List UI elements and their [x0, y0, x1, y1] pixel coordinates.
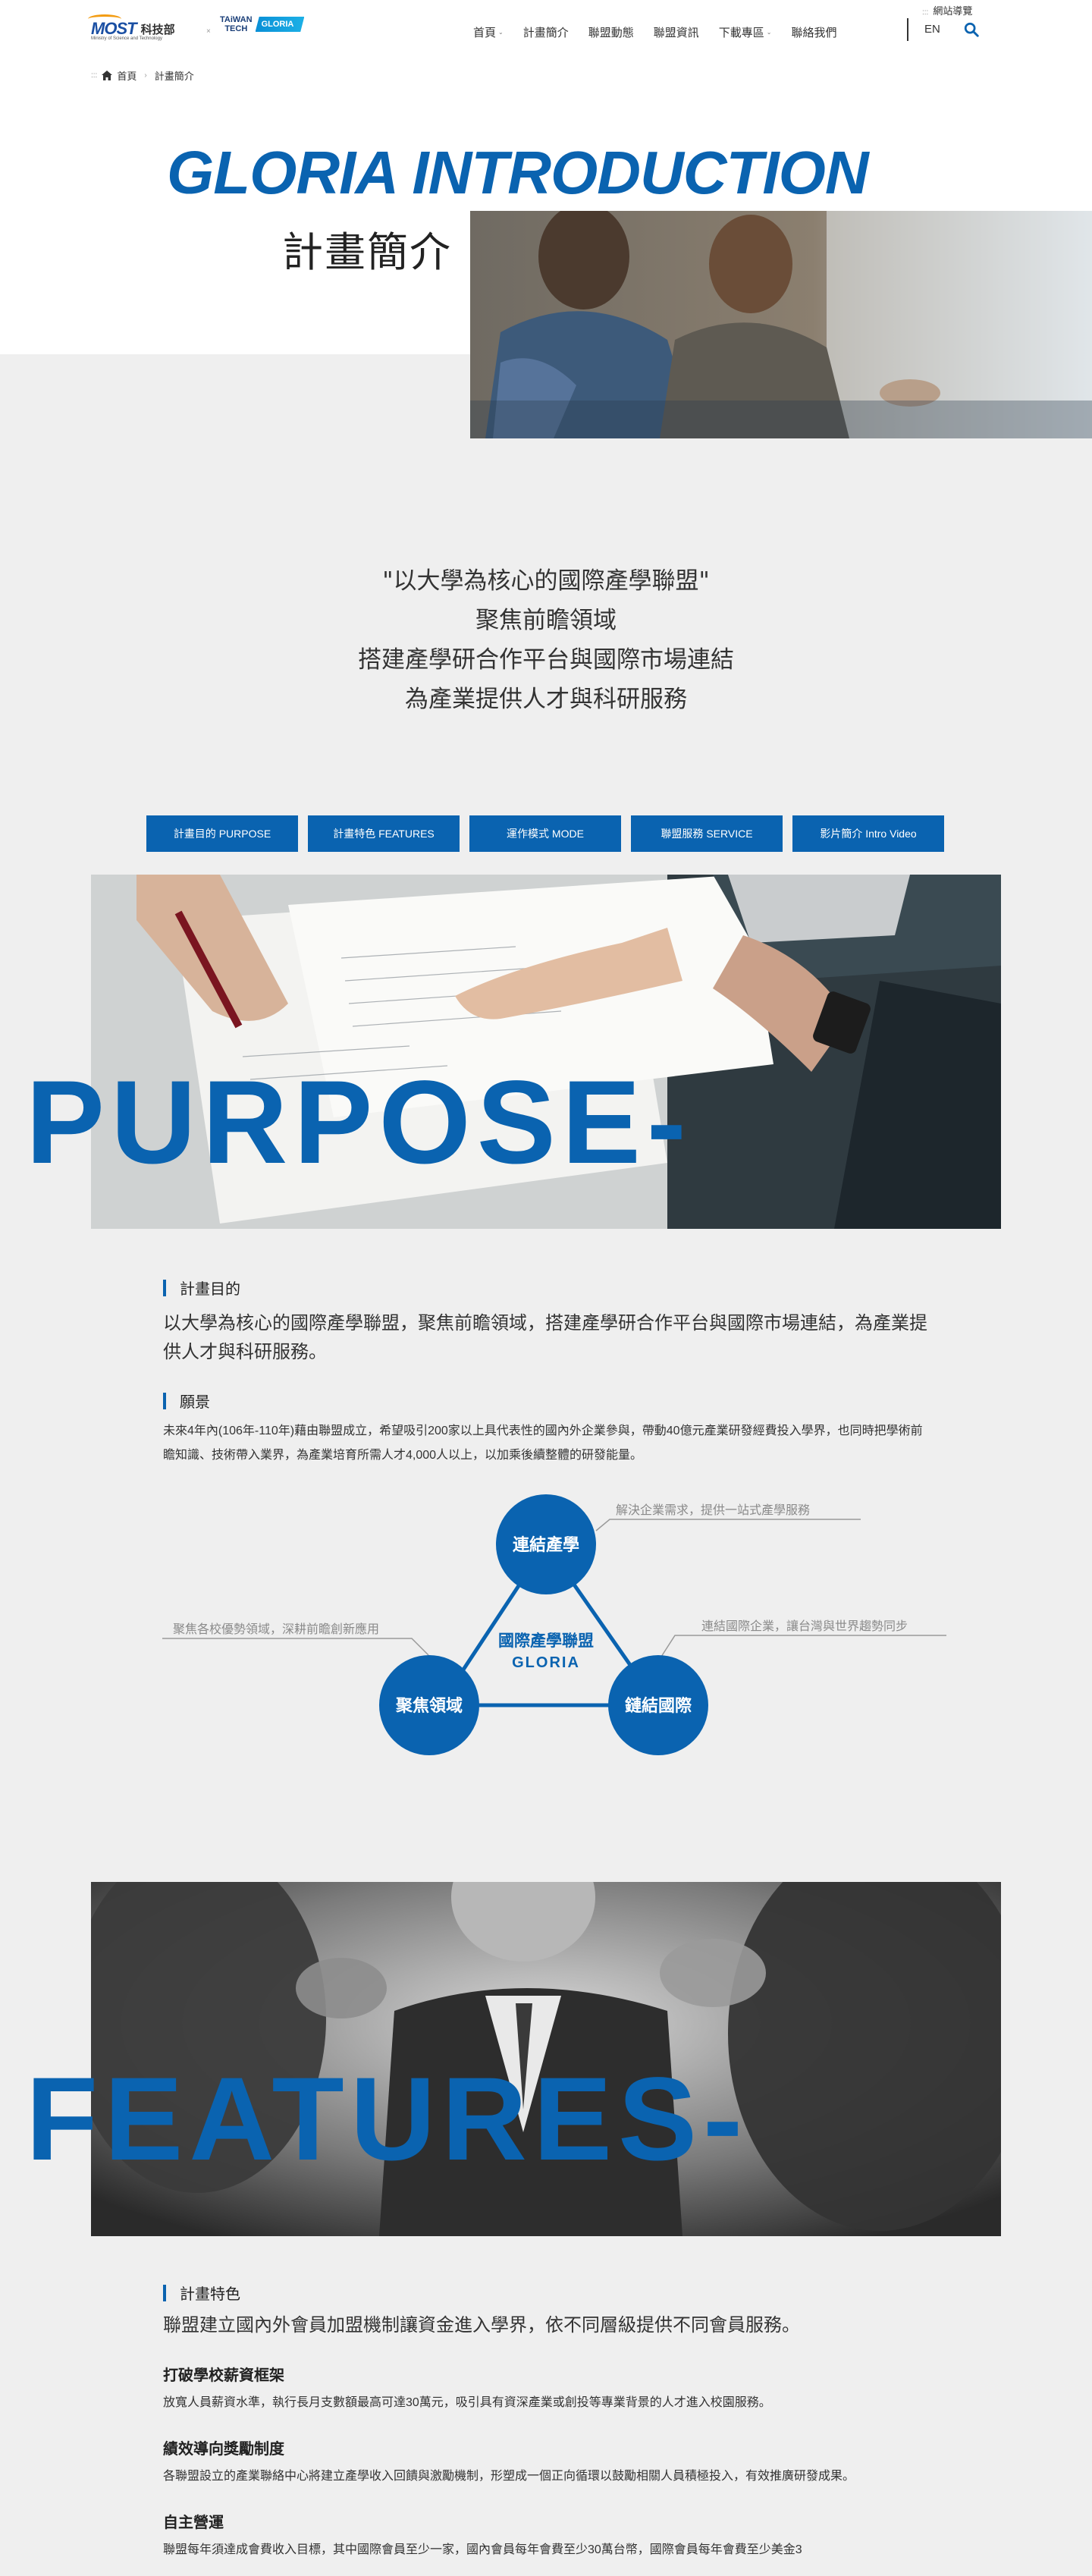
nav-item-0[interactable]: 首頁 ⌄ — [473, 24, 504, 40]
diagram-node-right-label: 鏈結國際 — [625, 1696, 692, 1716]
diagram-node-top-label: 連結產學 — [513, 1535, 579, 1555]
diagram-note-top: 解決企業需求，提供一站式產學服務 — [616, 1503, 810, 1517]
tab-service[interactable]: 聯盟服務 SERVICE — [631, 815, 783, 852]
section-tabs: 計畫目的 PURPOSE 計畫特色 FEATURES 運作模式 MODE 聯盟服… — [146, 815, 944, 852]
features-section: 計畫特色 聯盟建立國內外會員加盟機制讓資金進入學界，依不同層級提供不同會員服務。… — [163, 2282, 929, 2562]
tab-purpose[interactable]: 計畫目的 PURPOSE — [146, 815, 298, 852]
diagram-center-zh: 國際產學聯盟 — [498, 1632, 594, 1650]
hero-gray-strip — [0, 354, 470, 438]
nav-item-label: 下載專區 — [718, 27, 764, 39]
main-nav: 首頁 ⌄ 計畫簡介 聯盟動態 聯盟資訊 下載專區 ⌄ 聯絡我們 — [473, 24, 857, 40]
feature-text: 各聯盟設立的產業聯絡中心將建立產學收入回饋與激勵機制，形塑成一個正向循環以鼓勵相… — [163, 2470, 855, 2483]
page-title-zh: 計畫簡介 — [282, 228, 452, 276]
most-logo[interactable]: MOST 科技部 Ministry of Science and Technol… — [88, 14, 175, 41]
header-divider — [907, 18, 908, 41]
breadcrumb: ::: 首頁 › 計畫簡介 — [91, 68, 194, 83]
nav-item-label: 計畫簡介 — [522, 27, 569, 39]
feature-title: 自主營運 — [163, 2515, 224, 2531]
features-big-word: FEATURES- — [26, 2053, 749, 2185]
most-logo-sub: Ministry of Science and Technology — [91, 36, 162, 41]
hero-photo — [470, 211, 1092, 438]
feature-title: 績效導向獎勵制度 — [163, 2441, 284, 2458]
features-lead: 聯盟建立國內外會員加盟機制讓資金進入學界，依不同層級提供不同會員服務。 — [163, 2315, 800, 2336]
feature-text: 放寬人員薪資水準，執行長月支數額最高可達30萬元，吸引具有資深產業或創投等專業背… — [163, 2396, 771, 2409]
home-icon — [102, 71, 113, 80]
page-title-en: GLORIA INTRODUCTION — [167, 139, 869, 206]
gloria-tag: GLORIA — [255, 17, 305, 32]
nav-item-5[interactable]: 聯絡我們 — [791, 24, 836, 40]
tab-features[interactable]: 計畫特色 FEATURES — [308, 815, 460, 852]
purpose-lead: 以大學為核心的國際產學聯盟，聚焦前瞻領域，搭建產學研合作平台與國際市場連結，為產… — [163, 1313, 927, 1362]
nav-item-label: 聯絡我們 — [791, 27, 837, 39]
diagram-note-left: 聚焦各校優勢領域，深耕前瞻創新應用 — [173, 1622, 379, 1636]
feature-text: 聯盟每年須達成會費收入目標，其中國際會員至少一家，國內會員每年會費至少30萬台幣… — [163, 2543, 802, 2556]
breadcrumb-home[interactable]: 首頁 — [117, 68, 136, 83]
search-icon[interactable] — [963, 21, 980, 38]
sitemap-link[interactable]: ::: 網站導覽 — [922, 3, 972, 17]
nav-item-3[interactable]: 聯盟資訊 — [654, 24, 699, 40]
slogan-line: 為產業提供人才與科研服務 — [405, 686, 687, 713]
tt-line2: TECH — [224, 24, 248, 33]
chevron-right-icon: › — [144, 71, 147, 80]
tab-intro-video[interactable]: 影片簡介 Intro Video — [792, 815, 944, 852]
diagram-center-en: GLORIA — [512, 1654, 580, 1671]
purpose-heading: 計畫目的 — [163, 1277, 929, 1299]
slogan-line: "以大學為核心的國際產學聯盟" — [382, 567, 710, 595]
nav-item-label: 首頁 — [473, 27, 497, 39]
chevron-down-icon: ⌄ — [766, 29, 772, 36]
vision-heading: 願景 — [163, 1390, 929, 1412]
gloria-diagram: 連結產學 聚焦領域 鏈結國際 國際產學聯盟 GLORIA 解決企業需求，提供一站… — [162, 1494, 946, 1755]
most-logo-zh: 科技部 — [140, 23, 175, 36]
diagram-note-right: 連結國際企業，讓台灣與世界趨勢同步 — [701, 1619, 908, 1633]
purpose-big-word: PURPOSE- — [26, 1057, 692, 1189]
features-heading: 計畫特色 — [163, 2282, 929, 2304]
logo-separator: × — [206, 27, 211, 36]
language-switch[interactable]: EN — [924, 23, 940, 36]
vision-text: 未來4年內(106年-110年)藉由聯盟成立，希望吸引200家以上具代表性的國內… — [163, 1425, 923, 1462]
purpose-section: 計畫目的 以大學為核心的國際產學聯盟，聚焦前瞻領域，搭建產學研合作平台與國際市場… — [163, 1277, 929, 1468]
slogan: "以大學為核心的國際產學聯盟" 聚焦前瞻領域 搭建產學研合作平台與國際市場連結 … — [0, 561, 1092, 719]
taiwan-tech-logo[interactable]: TAiWAN TECH GLORIA — [220, 15, 305, 33]
tt-line1: TAiWAN — [220, 15, 253, 24]
nav-item-label: 聯盟資訊 — [653, 27, 699, 39]
feature-title: 打破學校薪資框架 — [163, 2367, 284, 2384]
slogan-line: 聚焦前瞻領域 — [475, 607, 617, 634]
nav-item-1[interactable]: 計畫簡介 — [523, 24, 569, 40]
diagram-node-left-label: 聚焦領域 — [395, 1696, 463, 1716]
breadcrumb-current: 計畫簡介 — [154, 71, 194, 82]
nav-item-label: 聯盟動態 — [588, 27, 634, 39]
site-header: MOST 科技部 Ministry of Science and Technol… — [0, 0, 1092, 61]
slogan-line: 搭建產學研合作平台與國際市場連結 — [358, 646, 734, 674]
chevron-down-icon: ⌄ — [498, 29, 504, 36]
tab-mode[interactable]: 運作模式 MODE — [469, 815, 621, 852]
nav-item-2[interactable]: 聯盟動態 — [588, 24, 634, 40]
nav-item-4[interactable]: 下載專區 ⌄ — [719, 24, 772, 40]
